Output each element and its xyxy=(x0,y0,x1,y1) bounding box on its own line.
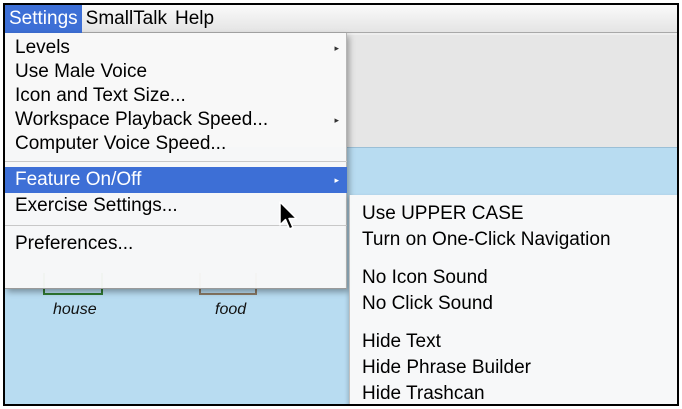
submenu-arrow-icon: ▸ xyxy=(334,175,339,185)
menu-smalltalk[interactable]: SmallTalk xyxy=(82,5,171,33)
menu-item-use-male-voice[interactable]: Use Male Voice xyxy=(5,59,347,85)
submenu-item-one-click-navigation[interactable]: Turn on One-Click Navigation xyxy=(362,227,611,253)
settings-menu: Levels ▸ Use Male Voice Icon and Text Si… xyxy=(5,33,347,289)
app-window: house food Settings SmallTalk Help Level… xyxy=(3,3,679,406)
submenu-arrow-icon: ▸ xyxy=(334,43,339,53)
submenu-item-use-upper-case[interactable]: Use UPPER CASE xyxy=(362,201,524,227)
submenu-item-hide-text[interactable]: Hide Text xyxy=(362,329,441,355)
menu-settings[interactable]: Settings xyxy=(5,5,82,33)
feature-submenu: Use UPPER CASE Turn on One-Click Navigat… xyxy=(349,195,677,404)
menu-help[interactable]: Help xyxy=(171,5,218,33)
menu-item-computer-voice-speed[interactable]: Computer Voice Speed... xyxy=(5,131,347,157)
submenu-item-hide-trashcan[interactable]: Hide Trashcan xyxy=(362,381,485,404)
mouse-pointer-icon xyxy=(279,201,298,230)
menu-item-icon-and-text-size[interactable]: Icon and Text Size... xyxy=(5,83,347,109)
food-tile-label: food xyxy=(215,301,247,318)
submenu-arrow-icon: ▸ xyxy=(334,115,339,125)
menu-item-levels[interactable]: Levels ▸ xyxy=(5,35,347,61)
menu-item-label: Workspace Playback Speed... xyxy=(15,109,269,130)
menu-item-feature-on-off[interactable]: Feature On/Off ▸ xyxy=(5,167,347,193)
house-tile-label: house xyxy=(53,301,97,318)
submenu-item-no-click-sound[interactable]: No Click Sound xyxy=(362,291,493,317)
menu-item-label: Use Male Voice xyxy=(15,61,148,82)
menu-separator xyxy=(5,161,347,162)
submenu-item-no-icon-sound[interactable]: No Icon Sound xyxy=(362,265,488,291)
menu-item-workspace-playback-speed[interactable]: Workspace Playback Speed... ▸ xyxy=(5,107,347,133)
workspace-divider xyxy=(345,147,677,148)
menu-item-label: Icon and Text Size... xyxy=(15,85,186,106)
menu-item-label: Computer Voice Speed... xyxy=(15,133,227,154)
menu-item-label: Exercise Settings... xyxy=(15,195,178,216)
menu-item-label: Feature On/Off xyxy=(15,169,142,190)
menu-item-label: Levels xyxy=(15,37,70,58)
submenu-item-hide-phrase-builder[interactable]: Hide Phrase Builder xyxy=(362,355,531,381)
menu-item-label: Preferences... xyxy=(15,233,134,254)
menu-bar: Settings SmallTalk Help xyxy=(5,5,677,33)
